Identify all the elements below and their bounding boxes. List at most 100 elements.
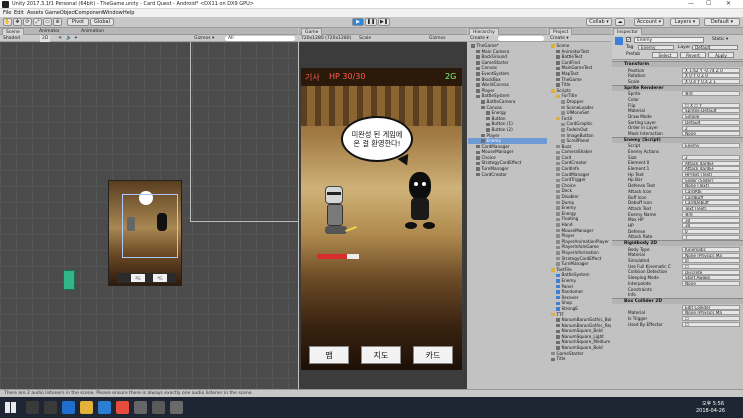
- property-field[interactable]: Slider (Slider): [682, 177, 740, 183]
- scene-search-input[interactable]: All: [225, 36, 295, 41]
- static-dropdown[interactable]: Static ▾: [712, 37, 728, 42]
- atlas-button[interactable]: 지도: [361, 346, 401, 364]
- rotate-tool-icon[interactable]: ⟳: [23, 18, 32, 26]
- property-field[interactable]: None: [682, 281, 740, 287]
- card-sprite[interactable]: [63, 270, 75, 290]
- play-button[interactable]: ▶: [352, 18, 364, 26]
- menu-edit[interactable]: Edit: [14, 10, 24, 16]
- menu-window[interactable]: Window: [103, 10, 123, 16]
- property-field[interactable]: CardBuff: [682, 194, 740, 200]
- property-field[interactable]: ☐: [682, 321, 740, 327]
- move-tool-icon[interactable]: ✥: [13, 18, 22, 26]
- property-field[interactable]: 7: [682, 234, 740, 240]
- property-field[interactable]: X 1.62 Y -0.74 Z 0: [682, 67, 740, 73]
- property-field[interactable]: Sprites-Default: [682, 108, 740, 114]
- transform-tool-icon[interactable]: ⊕: [53, 18, 62, 26]
- tab-inspector[interactable]: Inspector: [613, 28, 642, 35]
- maximize-button[interactable]: ☐: [706, 0, 711, 7]
- property-field[interactable]: Enemy: [682, 143, 740, 149]
- hand-tool-icon[interactable]: ✋: [3, 18, 12, 26]
- property-field[interactable]: None (Physics Ma: [682, 310, 740, 316]
- component-header[interactable]: Enemy (Script): [612, 136, 743, 143]
- clock-date[interactable]: 2018-04-26: [696, 408, 725, 414]
- menu-component[interactable]: Component: [75, 10, 104, 16]
- clock-time[interactable]: 오후 5:56: [702, 400, 724, 407]
- store-icon[interactable]: [98, 401, 111, 414]
- property-field[interactable]: 0: [682, 228, 740, 234]
- property-field[interactable]: Attack 4ardEF: [682, 166, 740, 172]
- layers-dropdown[interactable]: Layers ▾: [670, 18, 700, 26]
- scale-tool-icon[interactable]: ⤢: [33, 18, 42, 26]
- effects-icon[interactable]: ✦: [74, 35, 78, 42]
- chrome-icon[interactable]: [116, 401, 129, 414]
- tab-game[interactable]: Game: [301, 28, 323, 35]
- component-header[interactable]: Transform: [612, 61, 743, 67]
- property-field[interactable]: X 0.4 Y 0.4 Z 1: [682, 79, 740, 85]
- layout-dropdown[interactable]: Default ▾: [704, 18, 740, 26]
- project-create-dropdown[interactable]: Create ▾: [550, 35, 569, 42]
- menu-assets[interactable]: Assets: [27, 10, 43, 16]
- 2d-toggle[interactable]: 2D: [40, 35, 51, 42]
- property-field[interactable]: Simple: [682, 114, 740, 120]
- property-field[interactable]: 흑엽: [682, 91, 740, 97]
- project-item[interactable]: Title: [548, 356, 611, 362]
- property-field[interactable]: Edit Collider: [682, 304, 740, 310]
- component-header[interactable]: Box Collider 2D: [612, 297, 743, 304]
- property-field[interactable]: X 0 Y 0 Z 0: [682, 73, 740, 79]
- property-field[interactable]: ☐: [682, 263, 740, 269]
- property-field[interactable]: Attack 4ardEF: [682, 160, 740, 166]
- hierarchy-item[interactable]: CardCreator: [468, 172, 547, 178]
- lighting-icon[interactable]: ☀: [58, 35, 62, 42]
- unity-task-icon[interactable]: [134, 401, 147, 414]
- tab-project[interactable]: Project: [549, 28, 573, 35]
- pause-button[interactable]: ❚❚: [365, 18, 377, 26]
- audio-icon[interactable]: 🔊: [66, 35, 72, 42]
- cloud-icon[interactable]: ☁: [615, 18, 625, 26]
- map-button[interactable]: 맵: [309, 346, 349, 364]
- property-field[interactable]: HPText (Text): [682, 171, 740, 177]
- resolution-dropdown[interactable]: 720x1280 (720x1280): [301, 35, 351, 42]
- minimize-button[interactable]: —: [688, 0, 694, 7]
- property-field[interactable]: 2: [682, 154, 740, 160]
- property-field[interactable]: Default: [682, 119, 740, 125]
- property-field[interactable]: CardAtk: [682, 189, 740, 195]
- property-field[interactable]: ☑: [682, 258, 740, 264]
- property-field[interactable]: None: [682, 131, 740, 137]
- scene-viewport[interactable]: 지도 카드: [0, 42, 298, 389]
- explorer-icon[interactable]: [80, 401, 93, 414]
- card-button[interactable]: 카드: [413, 346, 453, 364]
- property-field[interactable]: Start Awake: [682, 275, 740, 281]
- gizmos-toggle[interactable]: Gizmos: [429, 35, 446, 42]
- gizmos-dropdown[interactable]: Gizmos ▾: [194, 35, 214, 42]
- rect-tool-icon[interactable]: ▭: [43, 18, 52, 26]
- component-header[interactable]: Sprite Renderer: [612, 84, 743, 91]
- shading-mode-dropdown[interactable]: Shaded: [3, 35, 20, 42]
- property-field[interactable]: ☐ X ☐ Y: [682, 102, 740, 108]
- property-field[interactable]: None (Physics Ma: [682, 252, 740, 258]
- property-field[interactable]: 30: [682, 217, 740, 223]
- tab-scene[interactable]: Scene: [2, 28, 24, 35]
- console-message[interactable]: There are 2 audio listeners in the scene…: [4, 391, 253, 396]
- game-screen[interactable]: 기사 HP 30/30 2G 미완성 된 게임에 온 걸 환영한다! 맵 지도 …: [301, 68, 462, 370]
- prefab-revert-button[interactable]: Revert: [680, 52, 706, 58]
- property-field[interactable]: 흑엽: [682, 211, 740, 217]
- property-field[interactable]: 2: [682, 125, 740, 131]
- layer-dropdown[interactable]: Default: [692, 45, 738, 50]
- tab-hierarchy[interactable]: Hierarchy: [469, 28, 499, 35]
- object-name-field[interactable]: Enemy: [634, 36, 704, 43]
- hierarchy-search-input[interactable]: [498, 36, 544, 41]
- start-icon[interactable]: [5, 402, 16, 413]
- tag-dropdown[interactable]: Enemy: [638, 45, 674, 50]
- edge-icon[interactable]: [62, 401, 75, 414]
- active-checkbox[interactable]: ✔: [626, 37, 631, 42]
- task-view-icon[interactable]: [44, 401, 57, 414]
- tab-animator[interactable]: Animator: [36, 28, 63, 35]
- collab-dropdown[interactable]: Collab ▾: [586, 18, 612, 26]
- property-field[interactable]: 30: [682, 223, 740, 229]
- tab-animation[interactable]: Animation: [78, 28, 107, 35]
- account-dropdown[interactable]: Account ▾: [634, 18, 664, 26]
- pivot-toggle[interactable]: Pivot: [67, 18, 89, 26]
- hierarchy-create-dropdown[interactable]: Create ▾: [470, 35, 489, 42]
- app-task-icon[interactable]: [152, 401, 165, 414]
- menu-file[interactable]: File: [3, 10, 11, 16]
